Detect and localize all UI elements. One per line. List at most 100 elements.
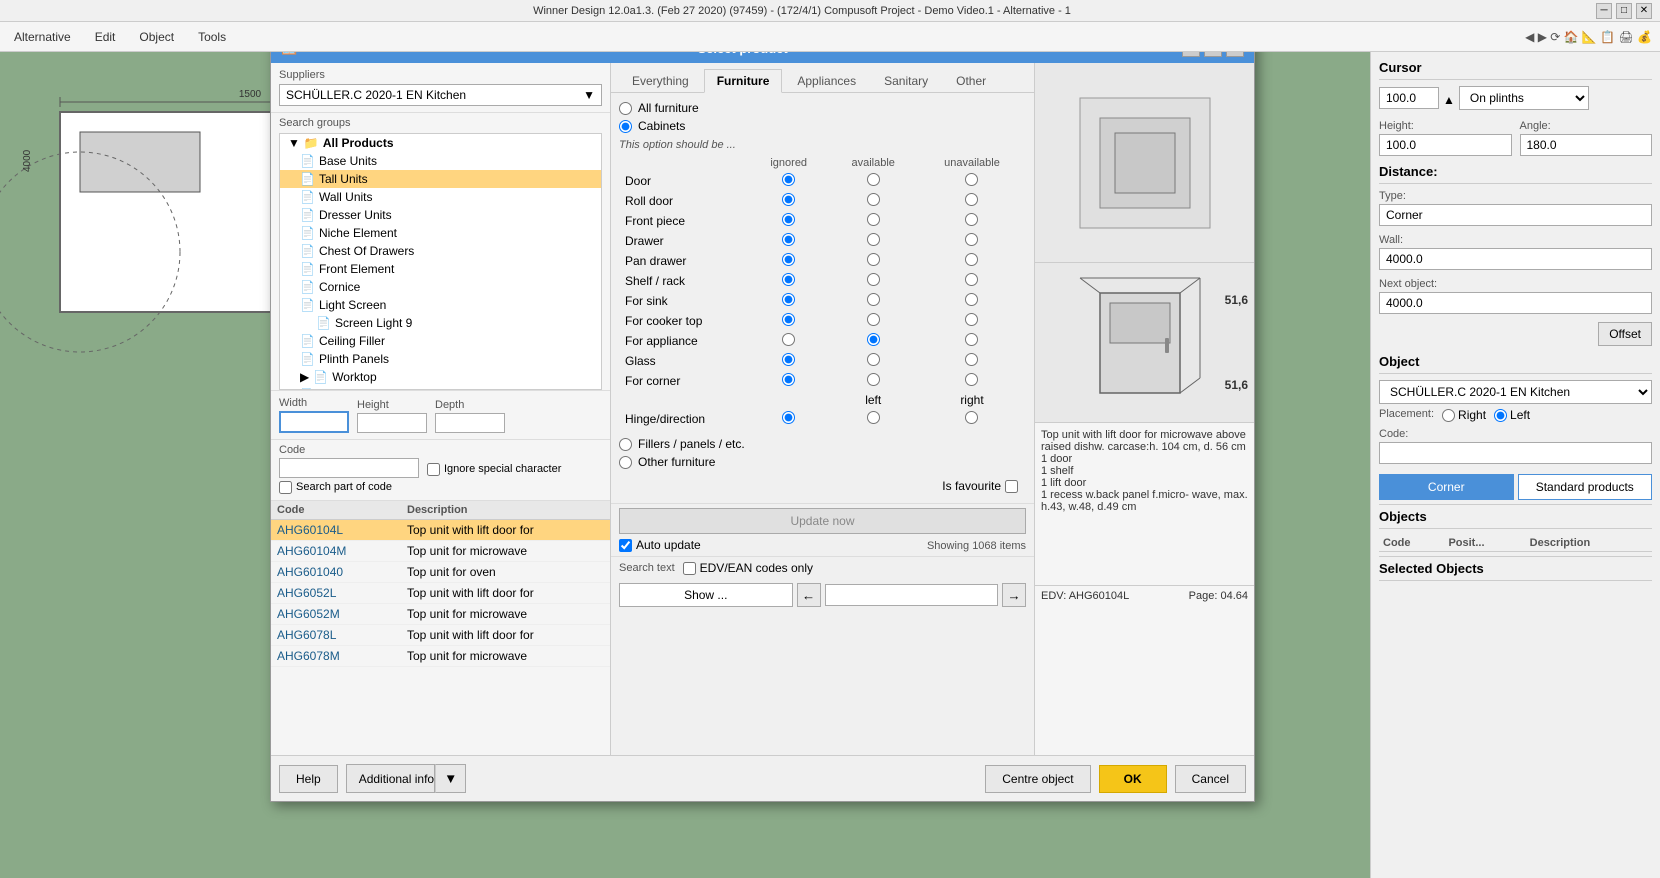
opt-front-unavailable[interactable] [965, 213, 978, 226]
width-input[interactable] [279, 411, 349, 433]
show-select-btn[interactable]: Show ... [619, 583, 793, 607]
product-row-1[interactable]: AHG60104M Top unit for microwave [271, 541, 610, 562]
opt-drawer-ignored[interactable] [782, 233, 795, 246]
code-row: Code Ignore special character Search par… [271, 439, 610, 500]
opt-door-available[interactable] [867, 173, 880, 186]
tab-furniture[interactable]: Furniture [704, 69, 783, 93]
maximize-btn[interactable]: □ [1616, 3, 1632, 19]
opt-sink-unavailable[interactable] [965, 293, 978, 306]
tree-item-screen-light-9[interactable]: 📄 Screen Light 9 [280, 314, 601, 332]
product-row-4[interactable]: AHG6052M Top unit for microwave [271, 604, 610, 625]
menu-alternative[interactable]: Alternative [8, 28, 77, 46]
opt-glass-ignored[interactable] [782, 353, 795, 366]
opt-cooker-ignored[interactable] [782, 313, 795, 326]
nav-prev-btn[interactable]: ← [797, 583, 821, 607]
opt-roll-ignored[interactable] [782, 193, 795, 206]
opt-corner-ignored[interactable] [782, 373, 795, 386]
opt-front-ignored[interactable] [782, 213, 795, 226]
tree-item-niche[interactable]: 📄 Niche Element [280, 224, 601, 242]
tree-item-front-element[interactable]: 📄 Front Element [280, 260, 601, 278]
tree-item-all-products[interactable]: ▼ 📁 All Products [280, 134, 601, 152]
opt-glass-unavailable[interactable] [965, 353, 978, 366]
opt-appliance-unavailable[interactable] [965, 333, 978, 346]
products-list: Code Description AHG60104L Top unit with… [271, 500, 610, 756]
opt-hinge-ignored[interactable] [782, 411, 795, 424]
tree-item-ceiling-filler[interactable]: 📄 Ceiling Filler [280, 332, 601, 350]
opt-roll-unavailable[interactable] [965, 193, 978, 206]
height-input[interactable] [357, 413, 427, 433]
opt-sink-ignored[interactable] [782, 293, 795, 306]
opt-front-available[interactable] [867, 213, 880, 226]
opt-shelf-available[interactable] [867, 273, 880, 286]
opt-appliance-available[interactable] [867, 333, 880, 346]
tree-item-base-units[interactable]: 📄 Base Units [280, 152, 601, 170]
is-favourite-check[interactable] [1005, 480, 1018, 493]
tree-container: ▼ 📁 All Products 📄 Base Units 📄 Tall Uni… [279, 133, 602, 390]
radio-fillers[interactable] [619, 438, 632, 451]
tree-item-chest[interactable]: 📄 Chest Of Drawers [280, 242, 601, 260]
tree-item-dresser-units[interactable]: 📄 Dresser Units [280, 206, 601, 224]
product-row-0[interactable]: AHG60104L Top unit with lift door for [271, 520, 610, 541]
product-row-3[interactable]: AHG6052L Top unit with lift door for [271, 583, 610, 604]
cancel-btn[interactable]: Cancel [1175, 765, 1246, 793]
supplier-select[interactable]: SCHÜLLER.C 2020-1 EN Kitchen ▼ [279, 84, 602, 106]
opt-shelf-ignored[interactable] [782, 273, 795, 286]
depth-input[interactable] [435, 413, 505, 433]
opt-corner-available[interactable] [867, 373, 880, 386]
additional-info-dropdown-btn[interactable]: ▼ [435, 764, 466, 793]
tree-item-wall-units[interactable]: 📄 Wall Units [280, 188, 601, 206]
opt-glass-available[interactable] [867, 353, 880, 366]
opt-hinge-right[interactable] [965, 411, 978, 424]
tab-appliances[interactable]: Appliances [784, 69, 869, 93]
opt-shelf-unavailable[interactable] [965, 273, 978, 286]
opt-pan-available[interactable] [867, 253, 880, 266]
opt-pan-ignored[interactable] [782, 253, 795, 266]
ignore-special-check[interactable] [427, 463, 440, 476]
close-btn[interactable]: ✕ [1636, 3, 1652, 19]
opt-door-ignored[interactable] [782, 173, 795, 186]
opt-cooker-available[interactable] [867, 313, 880, 326]
additional-info-btn[interactable]: Additional info [346, 764, 435, 793]
auto-update-check[interactable] [619, 539, 632, 552]
tab-everything[interactable]: Everything [619, 69, 702, 93]
tree-item-worktop[interactable]: ▶ 📄 Worktop [280, 368, 601, 386]
menu-tools[interactable]: Tools [192, 28, 232, 46]
minimize-btn[interactable]: ─ [1596, 3, 1612, 19]
tree-item-light-screen[interactable]: 📄 Light Screen [280, 296, 601, 314]
product-row-5[interactable]: AHG6078L Top unit with lift door for [271, 625, 610, 646]
centre-object-btn[interactable]: Centre object [985, 765, 1090, 793]
opt-appliance-ignored[interactable] [782, 333, 795, 346]
edv-ean-check[interactable] [683, 562, 696, 575]
opt-cooker-unavailable[interactable] [965, 313, 978, 326]
opt-corner-unavailable[interactable] [965, 373, 978, 386]
search-part-check[interactable] [279, 481, 292, 494]
opt-drawer-unavailable[interactable] [965, 233, 978, 246]
tree-item-cornice[interactable]: 📄 Cornice [280, 278, 601, 296]
radio-all-furniture[interactable] [619, 102, 632, 115]
tab-other[interactable]: Other [943, 69, 999, 93]
update-now-btn[interactable]: Update now [619, 508, 1026, 534]
opt-door-unavailable[interactable] [965, 173, 978, 186]
tree-label-cornice: Cornice [319, 280, 360, 294]
menu-edit[interactable]: Edit [89, 28, 122, 46]
tab-sanitary[interactable]: Sanitary [871, 69, 941, 93]
search-text-input[interactable] [825, 584, 999, 606]
svg-text:1500: 1500 [239, 89, 262, 100]
radio-cabinets[interactable] [619, 120, 632, 133]
opt-roll-available[interactable] [867, 193, 880, 206]
opt-hinge-left[interactable] [867, 411, 880, 424]
product-row-2[interactable]: AHG601040 Top unit for oven [271, 562, 610, 583]
opt-pan-unavailable[interactable] [965, 253, 978, 266]
opt-sink-available[interactable] [867, 293, 880, 306]
radio-other-furniture[interactable] [619, 456, 632, 469]
code-search-input[interactable] [279, 458, 419, 478]
tree-item-plinth-panels[interactable]: 📄 Plinth Panels [280, 350, 601, 368]
opt-drawer-available[interactable] [867, 233, 880, 246]
tree-item-tall-units[interactable]: 📄 Tall Units [280, 170, 601, 188]
product-row-6[interactable]: AHG6078M Top unit for microwave [271, 646, 610, 667]
ok-btn[interactable]: OK [1099, 765, 1167, 793]
menu-object[interactable]: Object [133, 28, 180, 46]
nav-next-btn[interactable]: → [1002, 583, 1026, 607]
help-btn[interactable]: Help [279, 765, 338, 793]
tree-label-dresser-units: Dresser Units [319, 208, 392, 222]
